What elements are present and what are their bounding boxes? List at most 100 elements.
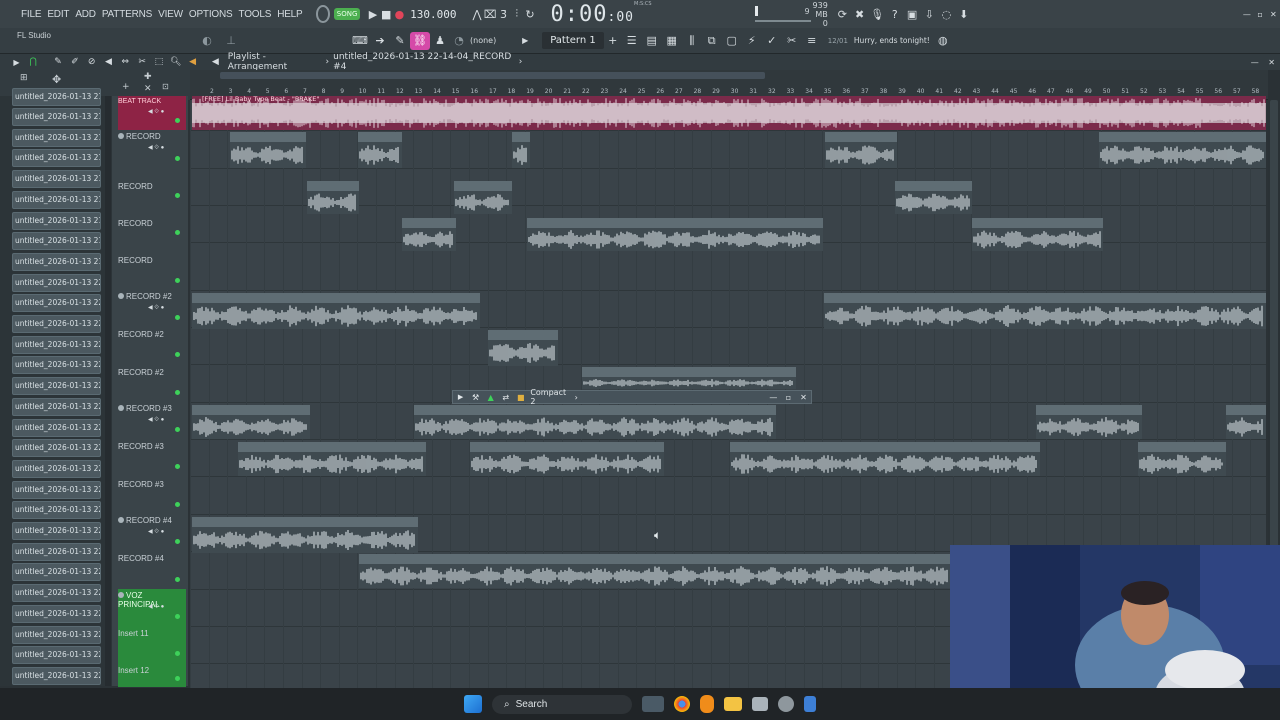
audio-clip[interactable]: untitled_20..._RECORD #3 xyxy=(1138,442,1226,476)
horizontal-scrollbar[interactable] xyxy=(220,72,765,79)
track-label[interactable]: RECORD xyxy=(118,219,184,228)
track-label[interactable]: RECORD #2 xyxy=(118,330,184,339)
globe-icon[interactable]: ◍ xyxy=(934,32,952,50)
record-icon[interactable]: ● xyxy=(393,5,406,23)
clip-source-item[interactable]: untitled_2026-01-13 22- xyxy=(12,315,101,333)
knob-icon[interactable]: ◐ xyxy=(198,32,216,50)
files-icon[interactable]: ▢ xyxy=(722,32,742,50)
audio-clip[interactable]: untit...3 xyxy=(1226,405,1266,439)
clip-source-item[interactable]: untitled_2026-01-13 21- xyxy=(12,170,101,189)
fl-studio-icon[interactable] xyxy=(700,695,714,713)
clip-source-item[interactable]: untitled_2026-01-13 22- xyxy=(12,604,101,623)
compact-plug-icon[interactable]: ⚒ xyxy=(468,388,483,406)
track-record-dot-icon[interactable] xyxy=(118,517,124,523)
menu-tools[interactable]: TOOLS xyxy=(235,9,274,20)
menu-help[interactable]: HELP xyxy=(274,9,305,20)
menu-patterns[interactable]: PATTERNS xyxy=(99,9,155,20)
paint-tool-icon[interactable]: ✐ xyxy=(66,53,83,71)
track-active-led[interactable] xyxy=(175,502,180,507)
track-label[interactable]: RECORD #3 xyxy=(118,442,184,451)
track-label[interactable]: RECORD xyxy=(118,182,184,191)
time-display[interactable]: 0:00:00 xyxy=(551,2,634,27)
zoom-tool-icon[interactable]: 🔍︎ xyxy=(167,53,184,71)
countdown-icon[interactable]: 3̄ xyxy=(497,5,510,23)
chat-icon[interactable]: ◌ xyxy=(940,5,953,23)
delete-tool-icon[interactable]: ⊘ xyxy=(83,53,100,71)
render-icon[interactable]: ⇩ xyxy=(923,5,936,23)
track-controls[interactable]: ◀ ⟐ ● xyxy=(148,304,164,312)
compact-route-icon[interactable]: ⇄ xyxy=(498,388,513,406)
track-active-led[interactable] xyxy=(175,156,180,161)
add-pattern-icon[interactable]: + xyxy=(604,32,622,50)
clip-source-item[interactable]: untitled_2026-01-13 21- xyxy=(12,211,101,230)
audio-clip[interactable]: untitl...ORD xyxy=(358,132,402,168)
track-active-led[interactable] xyxy=(175,390,180,395)
compact-maximize-icon[interactable]: ▫ xyxy=(781,388,796,406)
audio-clip[interactable]: untitled_2026-01-13 22-00-11_RECORD #2 xyxy=(824,293,1266,329)
track-options-icon[interactable]: ⊡ xyxy=(162,82,169,91)
list-icon[interactable]: ≡ xyxy=(802,32,822,50)
stop-icon[interactable]: ■ xyxy=(380,5,393,23)
track-label[interactable]: RECORD #4 ◀ ⟐ ● xyxy=(118,516,184,535)
audio-clip[interactable]: untitle...CORD xyxy=(307,181,359,214)
refresh-icon[interactable]: ⟳ xyxy=(836,5,849,23)
clip-source-item[interactable]: untitled_2026-01-13 21- xyxy=(12,88,101,106)
zoom-cross-icon[interactable]: ✚ xyxy=(144,72,152,82)
compact-close-icon[interactable]: ✕ xyxy=(796,388,811,406)
clip-source-item[interactable]: untitled_2026-01-13 22- xyxy=(12,356,101,375)
menu-view[interactable]: VIEW xyxy=(155,9,186,20)
playlist-close-icon[interactable]: ✕ xyxy=(1263,53,1280,71)
pitch-icon[interactable]: ⊥ xyxy=(222,32,240,50)
clip-source-item[interactable]: untitled_2026-01-13 22- xyxy=(12,459,101,478)
arrow-icon[interactable]: ➔ xyxy=(370,32,390,50)
track-controls[interactable]: ◀ ⟐ ● xyxy=(148,528,164,536)
audio-clip[interactable]: untitled_2..._RECORD xyxy=(825,132,897,168)
close-window-icon[interactable]: ✕ xyxy=(1267,5,1280,23)
audio-clip[interactable]: untitled_2026-01-13 21-51-30_RECORD xyxy=(527,218,823,251)
wait-input-icon[interactable]: ⌧ xyxy=(484,5,497,23)
compact-chevron-icon[interactable]: › xyxy=(575,393,578,402)
typing-keyboard-icon[interactable]: ⌨ xyxy=(350,32,370,50)
tools-icon[interactable]: ✖ xyxy=(853,5,866,23)
track-active-led[interactable] xyxy=(175,315,180,320)
track-label[interactable]: RECORD ◀ ⟐ ● xyxy=(118,132,184,151)
clip-source-item[interactable]: untitled_2026-01-13 21- xyxy=(12,252,101,271)
pattern-song-toggle[interactable] xyxy=(315,5,330,23)
track-controls[interactable]: ◀ ⟐ ● xyxy=(148,108,164,116)
song-mode-button[interactable]: SONG xyxy=(333,8,361,20)
audio-clip[interactable]: untitled_2026-01-13 22-14-04_RECORD #4 xyxy=(359,554,950,588)
slice-tool-icon[interactable]: ✂ xyxy=(134,53,151,71)
compact-minimize-icon[interactable]: — xyxy=(766,388,781,406)
draw-tool-icon[interactable]: ✎ xyxy=(50,53,67,71)
audio-clip[interactable]: untitled_2_6_RECORD xyxy=(230,132,306,168)
clip-source-item[interactable]: untitled_2026-01-13 22- xyxy=(12,294,101,313)
audio-clip[interactable]: untitled_2026-01-13 22-07-08_RECORD #3 xyxy=(730,442,1040,476)
audio-clip[interactable]: untitled_2026-01-13 22-04-36_RECORD #3 xyxy=(238,442,426,476)
channel-rack-icon[interactable]: ▦ xyxy=(662,32,682,50)
clip-list-scrollbar[interactable] xyxy=(105,96,111,686)
audio-clip[interactable]: untitled_2026-01-13 21-59-32_RECORD #2 xyxy=(582,367,796,389)
clip-source-item[interactable]: untitled_2026-01-13 21- xyxy=(12,128,101,147)
track-controls[interactable]: ◀ ⟐ ● xyxy=(148,416,164,424)
track-label[interactable]: RECORD #3 xyxy=(118,480,184,489)
playback-tool-icon[interactable]: ◀ xyxy=(184,53,201,71)
maximize-icon[interactable]: ▫ xyxy=(1254,5,1267,23)
minimize-icon[interactable]: — xyxy=(1240,5,1253,23)
clip-source-item[interactable]: untitled_2026-01-13 22- xyxy=(12,584,101,603)
audio-clip[interactable]: untitled_2026-0...04-13_RECORD #3 xyxy=(192,405,310,439)
playlist-arrow-icon[interactable]: ◀ xyxy=(207,53,224,71)
metronome-icon[interactable]: ⋀ xyxy=(470,5,483,23)
link-icon[interactable]: ⛓ xyxy=(410,31,430,50)
chrome-icon[interactable] xyxy=(674,696,690,712)
audio-clip[interactable]: untitled..._ECORD #2 xyxy=(488,330,558,366)
snap-list-icon[interactable]: ⊞ xyxy=(20,73,28,83)
file-explorer-icon[interactable] xyxy=(724,697,742,711)
piano-roll-icon[interactable]: ▤ xyxy=(642,32,662,50)
track-record-dot-icon[interactable] xyxy=(118,133,124,139)
app-icon-2[interactable] xyxy=(778,696,794,712)
select-tool-icon[interactable]: ⬚ xyxy=(151,53,168,71)
compact-arrow-icon[interactable]: ▶ xyxy=(453,388,468,406)
mixer-icon[interactable]: ⫼ xyxy=(682,32,702,50)
help-icon[interactable]: ? xyxy=(888,5,901,23)
magnet-icon[interactable]: ⋂ xyxy=(25,53,42,71)
